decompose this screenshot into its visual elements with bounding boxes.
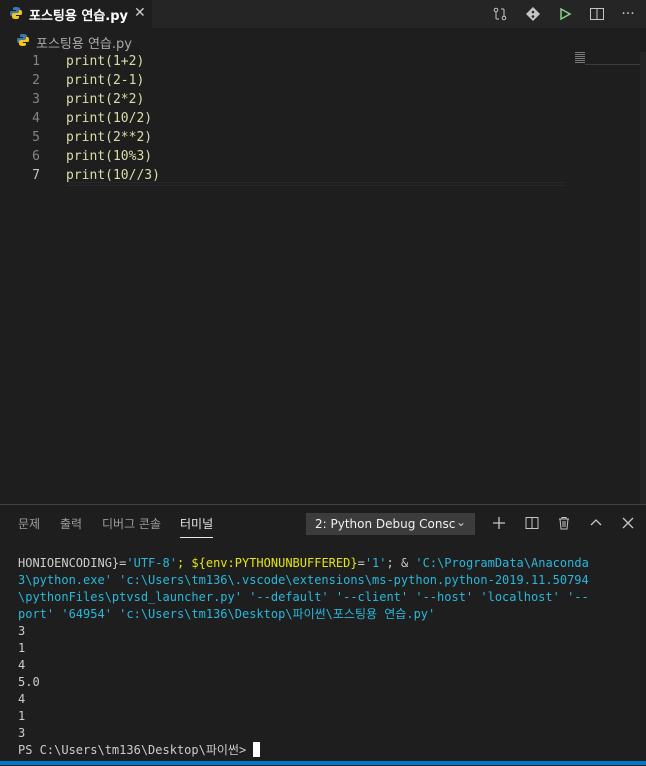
terminal-cmd-line: 3\python.exe' 'c:\Users\tm136\.vscode\ex…	[18, 573, 589, 587]
line-number: 6	[32, 149, 40, 164]
maximize-panel-icon[interactable]	[588, 515, 604, 531]
line-number: 1	[32, 54, 40, 69]
run-icon[interactable]	[556, 5, 574, 23]
line-number: 4	[32, 111, 40, 126]
code-text[interactable]: print(2-1)	[66, 71, 144, 90]
terminal-output-line: 1	[18, 709, 26, 723]
code-line[interactable]: 6 print(10%3)	[0, 147, 646, 166]
close-panel-icon[interactable]	[620, 515, 636, 531]
panel-tabs: 문제 출력 디버그 콘솔 터미널 2: Python Debug Consc ⌄	[0, 505, 646, 541]
new-terminal-icon[interactable]	[491, 515, 507, 531]
bottom-panel: 문제 출력 디버그 콘솔 터미널 2: Python Debug Consc ⌄…	[0, 504, 646, 766]
terminal-select[interactable]: 2: Python Debug Consc ⌄	[306, 513, 475, 535]
terminal-cursor	[253, 742, 261, 757]
breadcrumb-file[interactable]: 포스팅용 연습.py	[36, 33, 132, 52]
code-line[interactable]: 4 print(10/2)	[0, 109, 646, 128]
editor-scrollbar[interactable]	[640, 52, 646, 504]
line-number: 3	[32, 92, 40, 107]
git-icon[interactable]	[524, 5, 542, 23]
tab-terminal[interactable]: 터미널	[180, 515, 213, 532]
tab-title: 포스팅용 연습.py	[29, 8, 129, 24]
more-actions-icon[interactable]: ···	[619, 5, 637, 23]
compare-changes-icon[interactable]	[491, 5, 509, 23]
terminal-cmd-line: HONIOENCODING}='UTF-8'; ${env:PYTHONUNBU…	[18, 556, 589, 570]
line-number: 5	[32, 130, 40, 145]
python-file-icon	[16, 33, 30, 51]
terminal-cmd-line: \pythonFiles\ptvsd_launcher.py' '--defau…	[18, 590, 589, 604]
tab-problems[interactable]: 문제	[18, 515, 40, 532]
editor-tab[interactable]: 포스팅용 연습.py ✕	[0, 0, 152, 28]
breadcrumb[interactable]: 포스팅용 연습.py	[16, 32, 132, 52]
status-bar	[0, 761, 646, 765]
line-number: 2	[32, 73, 40, 88]
python-file-icon	[9, 5, 23, 24]
code-text[interactable]: print(10%3)	[66, 147, 152, 166]
current-line-highlight	[66, 182, 566, 186]
editor-tab-bar: 포스팅용 연습.py ✕ ···	[0, 0, 646, 28]
terminal-output-line: 4	[18, 692, 26, 706]
terminal-output-line: 3	[18, 726, 26, 740]
line-number: 7	[32, 168, 40, 183]
active-tab-underline	[180, 537, 213, 538]
code-line[interactable]: 2 print(2-1)	[0, 71, 646, 90]
code-text[interactable]: print(2*2)	[66, 90, 144, 109]
terminal-output-line: 5.0	[18, 675, 40, 689]
minimap-edge	[585, 64, 640, 65]
split-editor-icon[interactable]	[588, 5, 606, 23]
chevron-down-icon: ⌄	[456, 515, 467, 529]
terminal-output-line: 1	[18, 641, 26, 655]
terminal-prompt: PS C:\Users\tm136\Desktop\파이썬>	[18, 743, 247, 757]
split-terminal-icon[interactable]	[524, 515, 540, 531]
terminal-cmd-line: port' '64954' 'c:\Users\tm136\Desktop\파이…	[18, 607, 436, 621]
terminal-output-line: 4	[18, 658, 26, 672]
code-text[interactable]: print(1+2)	[66, 52, 144, 71]
code-text[interactable]: print(2**2)	[66, 128, 152, 147]
terminal-output-line: 3	[18, 624, 26, 638]
code-line[interactable]: 5 print(2**2)	[0, 128, 646, 147]
tab-output[interactable]: 출력	[60, 515, 82, 532]
tab-debug-console[interactable]: 디버그 콘솔	[102, 515, 161, 532]
code-line[interactable]: 3 print(2*2)	[0, 90, 646, 109]
code-editor[interactable]: 1 print(1+2) 2 print(2-1) 3 print(2*2) 4…	[0, 52, 646, 504]
minimap[interactable]	[575, 52, 585, 64]
terminal-select-value: 2: Python Debug Consc	[315, 517, 456, 531]
code-line[interactable]: 1 print(1+2)	[0, 52, 646, 71]
trash-icon[interactable]	[556, 515, 572, 531]
code-text[interactable]: print(10/2)	[66, 109, 152, 128]
close-icon[interactable]: ✕	[134, 5, 146, 21]
terminal-output[interactable]: HONIOENCODING}='UTF-8'; ${env:PYTHONUNBU…	[18, 555, 589, 759]
